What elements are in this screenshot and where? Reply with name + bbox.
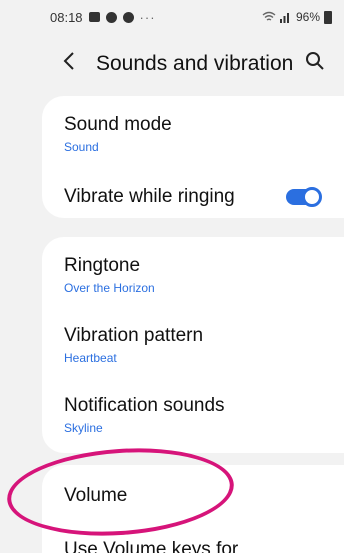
ringtone-value: Over the Horizon bbox=[64, 281, 155, 295]
status-bar: 08:18 ··· 96% bbox=[0, 0, 344, 34]
vibration-pattern-title: Vibration pattern bbox=[64, 325, 204, 346]
notification-dot-icon bbox=[105, 11, 117, 23]
toggle-knob bbox=[302, 187, 322, 207]
status-right: 96% bbox=[262, 10, 332, 24]
gallery-icon bbox=[88, 12, 100, 22]
search-button[interactable] bbox=[304, 50, 326, 72]
page-title: Sounds and vibration bbox=[96, 52, 294, 75]
chevron-left-icon bbox=[63, 52, 74, 70]
volume-keys-title: Use Volume keys for bbox=[64, 539, 239, 553]
notification-dot-icon bbox=[122, 11, 134, 23]
search-icon bbox=[306, 52, 324, 70]
notification-sounds-item[interactable]: Notification sounds Skyline bbox=[64, 395, 324, 435]
back-button[interactable] bbox=[62, 50, 76, 77]
vibration-pattern-item[interactable]: Vibration pattern Heartbeat bbox=[64, 325, 324, 365]
ringtone-title: Ringtone bbox=[64, 255, 141, 276]
settings-group-sound-mode: Sound mode Sound Vibrate while ringing bbox=[42, 96, 344, 218]
overflow-icon: ··· bbox=[139, 9, 156, 25]
status-left: 08:18 ··· bbox=[50, 10, 262, 25]
settings-group-sounds: Ringtone Over the Horizon Vibration patt… bbox=[42, 237, 344, 453]
sound-mode-title: Sound mode bbox=[64, 114, 172, 135]
battery-icon bbox=[324, 10, 332, 24]
app-header: Sounds and vibration bbox=[0, 40, 344, 84]
volume-keys-item[interactable]: Use Volume keys for bbox=[64, 539, 324, 553]
vibrate-while-ringing-title: Vibrate while ringing bbox=[64, 186, 235, 207]
signal-icon bbox=[279, 13, 289, 23]
status-time: 08:18 bbox=[50, 9, 83, 25]
ringtone-item[interactable]: Ringtone Over the Horizon bbox=[64, 255, 324, 295]
sound-mode-value: Sound bbox=[64, 140, 99, 154]
wifi-icon bbox=[262, 11, 276, 21]
notification-sounds-value: Skyline bbox=[64, 421, 103, 435]
vibration-pattern-value: Heartbeat bbox=[64, 351, 117, 365]
battery-percent: 96% bbox=[295, 10, 320, 24]
notification-sounds-title: Notification sounds bbox=[64, 395, 225, 416]
vibrate-while-ringing-item[interactable]: Vibrate while ringing bbox=[64, 186, 324, 208]
sound-mode-item[interactable]: Sound mode Sound bbox=[64, 114, 324, 154]
vibrate-while-ringing-toggle[interactable] bbox=[286, 187, 322, 207]
